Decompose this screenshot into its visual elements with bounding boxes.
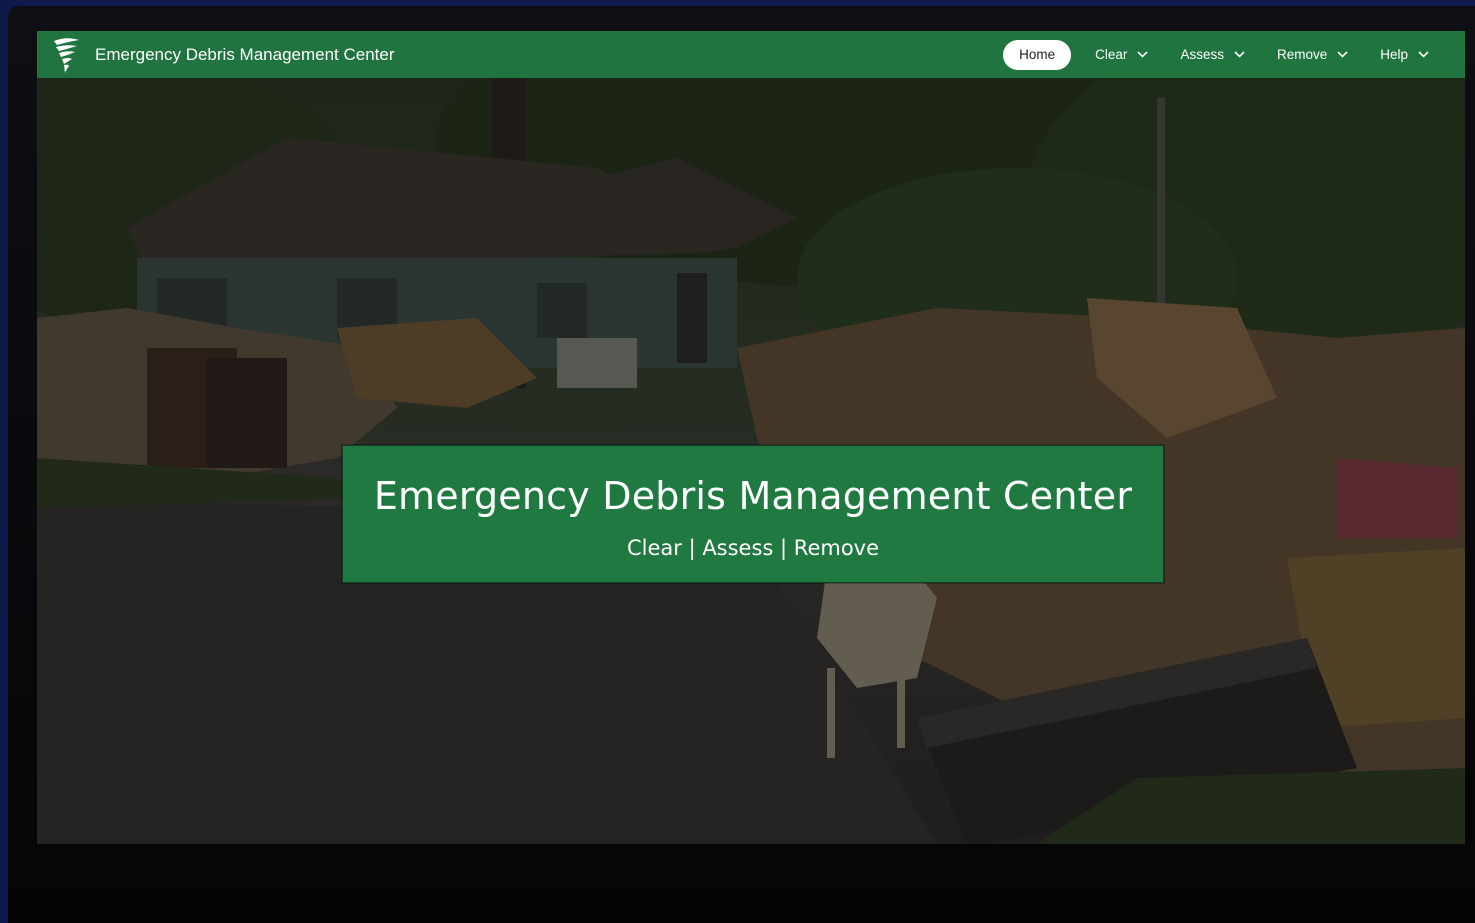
banner-title: Emergency Debris Management Center [373,474,1133,518]
nav-remove-menu[interactable]: Remove [1263,40,1362,70]
nav-clear-label: Clear [1095,47,1128,62]
nav-clear-menu[interactable]: Clear [1081,40,1162,70]
nav-remove-label: Remove [1276,47,1328,62]
hero-banner: Emergency Debris Management Center Clear… [342,445,1164,583]
nav-assess-menu[interactable]: Assess [1166,40,1259,70]
app-title[interactable]: Emergency Debris Management Center [95,45,395,65]
chevron-down-icon [1234,51,1245,58]
main-nav: Home Clear Assess Remove Help [1003,39,1443,70]
tornado-icon[interactable] [49,35,83,75]
nav-help-label: Help [1380,47,1408,62]
chevron-down-icon [1137,51,1149,58]
nav-assess-label: Assess [1180,47,1224,62]
top-navbar: Emergency Debris Management Center Home … [37,31,1465,78]
window-frame: Emergency Debris Management Center Home … [8,6,1475,923]
chevron-down-icon [1418,51,1429,58]
app-viewport: Emergency Debris Management Center Home … [37,31,1465,844]
nav-home-button[interactable]: Home [1003,39,1072,70]
hero-background-image: Emergency Debris Management Center Clear… [37,78,1465,844]
nav-help-menu[interactable]: Help [1366,40,1443,70]
chevron-down-icon [1337,51,1348,58]
banner-subtitle: Clear | Assess | Remove [626,536,880,560]
